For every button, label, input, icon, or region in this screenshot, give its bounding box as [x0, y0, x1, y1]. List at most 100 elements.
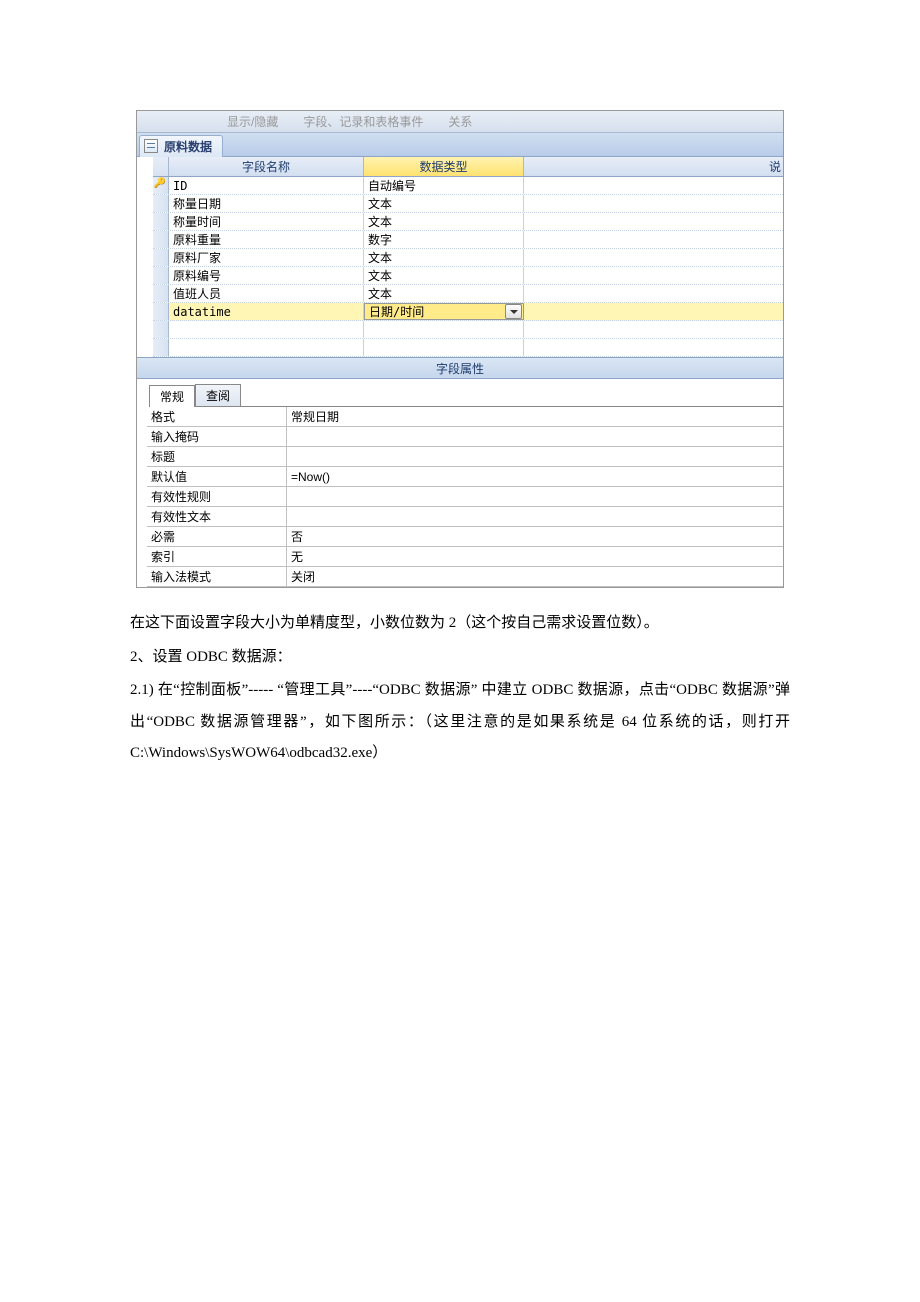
field-name-cell[interactable]: 称量日期: [169, 195, 364, 212]
row-selector[interactable]: [153, 213, 169, 230]
header-description[interactable]: 说: [524, 157, 783, 176]
toolbar-relations[interactable]: 关系: [448, 113, 472, 130]
property-label: 有效性文本: [147, 507, 287, 526]
description-cell[interactable]: [524, 249, 783, 266]
field-name-cell[interactable]: [169, 339, 364, 356]
field-row[interactable]: 原料重量数字: [153, 231, 783, 249]
property-label: 默认值: [147, 467, 287, 486]
description-cell[interactable]: [524, 267, 783, 284]
field-row[interactable]: 称量时间文本: [153, 213, 783, 231]
table-icon: [144, 139, 158, 153]
data-type-cell[interactable]: 文本: [364, 267, 524, 284]
field-name-cell[interactable]: 原料编号: [169, 267, 364, 284]
property-row[interactable]: 有效性规则: [147, 487, 783, 507]
type-dropdown-button[interactable]: [505, 304, 522, 319]
object-tabs: 原料数据: [137, 133, 783, 157]
property-value[interactable]: 无: [287, 547, 783, 566]
row-selector[interactable]: [153, 303, 169, 320]
data-type-cell[interactable]: 文本: [364, 213, 524, 230]
header-data-type[interactable]: 数据类型: [364, 157, 524, 176]
property-value[interactable]: [287, 487, 783, 506]
tab-lookup[interactable]: 查阅: [195, 384, 241, 406]
property-value[interactable]: 否: [287, 527, 783, 546]
property-value[interactable]: 常规日期: [287, 407, 783, 426]
header-selector: [153, 157, 169, 176]
property-label: 输入法模式: [147, 567, 287, 586]
data-type-cell[interactable]: 日期/时间: [364, 303, 524, 320]
field-row[interactable]: 值班人员文本: [153, 285, 783, 303]
row-selector[interactable]: [153, 249, 169, 266]
row-selector[interactable]: [153, 177, 169, 194]
description-cell[interactable]: [524, 177, 783, 194]
field-name-cell[interactable]: 值班人员: [169, 285, 364, 302]
property-row[interactable]: 有效性文本: [147, 507, 783, 527]
table-tab-label: 原料数据: [164, 138, 212, 155]
data-type-cell[interactable]: 文本: [364, 195, 524, 212]
row-selector[interactable]: [153, 321, 169, 338]
field-row[interactable]: datatime日期/时间: [153, 303, 783, 321]
property-row[interactable]: 标题: [147, 447, 783, 467]
document-body: 在这下面设置字段大小为单精度型，小数位数为 2（这个按自己需求设置位数）。 2、…: [130, 608, 790, 770]
props-tabs: 常规 查阅: [149, 387, 783, 407]
field-name-cell[interactable]: datatime: [169, 303, 364, 320]
chevron-down-icon: [510, 310, 518, 314]
data-type-cell[interactable]: [364, 321, 524, 338]
property-row[interactable]: 默认值=Now(): [147, 467, 783, 487]
primary-key-icon: [156, 180, 166, 192]
header-field-name[interactable]: 字段名称: [169, 157, 364, 176]
row-selector[interactable]: [153, 195, 169, 212]
field-name-cell[interactable]: 原料厂家: [169, 249, 364, 266]
fields-grid: 字段名称 数据类型 说 ID自动编号称量日期文本称量时间文本原料重量数字原料厂家…: [153, 157, 783, 357]
description-cell[interactable]: [524, 339, 783, 356]
design-pane: 字段名称 数据类型 说 ID自动编号称量日期文本称量时间文本原料重量数字原料厂家…: [137, 157, 783, 587]
property-row[interactable]: 索引无: [147, 547, 783, 567]
header-desc-text: 说: [769, 158, 781, 175]
toolbar-events[interactable]: 字段、记录和表格事件: [303, 113, 423, 130]
paragraph-1: 在这下面设置字段大小为单精度型，小数位数为 2（这个按自己需求设置位数）。: [130, 608, 790, 640]
field-row[interactable]: 原料编号文本: [153, 267, 783, 285]
field-row[interactable]: 称量日期文本: [153, 195, 783, 213]
row-selector[interactable]: [153, 267, 169, 284]
property-value[interactable]: [287, 427, 783, 446]
property-row[interactable]: 格式常规日期: [147, 407, 783, 427]
row-selector[interactable]: [153, 285, 169, 302]
data-type-cell[interactable]: 数字: [364, 231, 524, 248]
data-type-cell[interactable]: [364, 339, 524, 356]
field-name-cell[interactable]: 称量时间: [169, 213, 364, 230]
field-name-cell[interactable]: 原料重量: [169, 231, 364, 248]
field-row[interactable]: 原料厂家文本: [153, 249, 783, 267]
ribbon-toolbar: 显示/隐藏 字段、记录和表格事件 关系: [137, 111, 783, 133]
property-value[interactable]: 关闭: [287, 567, 783, 586]
field-row[interactable]: [153, 339, 783, 357]
property-value[interactable]: =Now(): [287, 467, 783, 486]
description-cell[interactable]: [524, 231, 783, 248]
property-label: 有效性规则: [147, 487, 287, 506]
description-cell[interactable]: [524, 303, 783, 320]
toolbar-show-hide[interactable]: 显示/隐藏: [227, 113, 278, 130]
property-row[interactable]: 必需否: [147, 527, 783, 547]
description-cell[interactable]: [524, 213, 783, 230]
table-tab[interactable]: 原料数据: [139, 135, 223, 157]
property-value[interactable]: [287, 507, 783, 526]
access-design-view: 显示/隐藏 字段、记录和表格事件 关系 原料数据 字段名称 数据类型 说 ID自…: [136, 110, 784, 588]
field-row[interactable]: ID自动编号: [153, 177, 783, 195]
data-type-cell[interactable]: 文本: [364, 285, 524, 302]
tab-general[interactable]: 常规: [149, 385, 195, 407]
property-row[interactable]: 输入法模式关闭: [147, 567, 783, 587]
field-row[interactable]: [153, 321, 783, 339]
row-selector[interactable]: [153, 231, 169, 248]
field-name-cell[interactable]: [169, 321, 364, 338]
description-cell[interactable]: [524, 285, 783, 302]
description-cell[interactable]: [524, 195, 783, 212]
paragraph-2: 2、设置 ODBC 数据源：: [130, 642, 790, 674]
property-row[interactable]: 输入掩码: [147, 427, 783, 447]
row-selector[interactable]: [153, 339, 169, 356]
field-props-header: 字段属性: [137, 357, 783, 379]
property-label: 格式: [147, 407, 287, 426]
property-label: 输入掩码: [147, 427, 287, 446]
description-cell[interactable]: [524, 321, 783, 338]
data-type-cell[interactable]: 自动编号: [364, 177, 524, 194]
property-value[interactable]: [287, 447, 783, 466]
field-name-cell[interactable]: ID: [169, 177, 364, 194]
data-type-cell[interactable]: 文本: [364, 249, 524, 266]
